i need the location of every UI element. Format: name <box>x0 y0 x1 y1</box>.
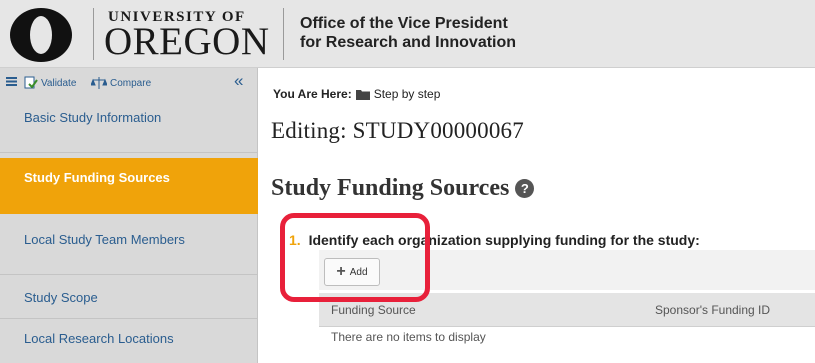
sidebar-nav: Validate Compare « Basic Study Informati… <box>0 68 258 363</box>
sidebar-item-local-research-locations[interactable]: Local Research Locations <box>0 331 258 347</box>
sidebar-toolbar: Validate Compare « <box>0 68 258 98</box>
help-icon[interactable]: ? <box>515 179 535 198</box>
column-header-funding-source[interactable]: Funding Source <box>331 303 416 317</box>
sidebar-item-basic-study-information[interactable]: Basic Study Information <box>0 110 258 126</box>
nav-divider <box>0 274 258 275</box>
validate-icon <box>24 76 38 89</box>
compare-icon <box>91 77 107 89</box>
empty-table-message: There are no items to display <box>331 330 486 344</box>
breadcrumb: You Are Here: Step by step <box>273 87 440 101</box>
collapse-sidebar-icon[interactable]: « <box>234 71 243 91</box>
logo-divider <box>93 8 94 60</box>
validate-button[interactable]: Validate <box>24 76 76 90</box>
folder-icon <box>355 90 370 100</box>
hamburger-menu-icon[interactable] <box>6 77 17 86</box>
oregon-o-logo <box>10 8 72 62</box>
sidebar-item-local-study-team-members[interactable]: Local Study Team Members <box>0 232 258 248</box>
compare-label: Compare <box>110 77 152 89</box>
office-title-line1: Office of the Vice President <box>300 15 508 32</box>
breadcrumb-label: You Are Here: <box>273 87 352 101</box>
compare-button[interactable]: Compare <box>91 76 151 90</box>
university-name: OREGON <box>104 20 270 63</box>
section-title-text: Study Funding Sources <box>271 175 510 201</box>
header-divider <box>283 8 284 60</box>
column-header-sponsors-funding-id[interactable]: Sponsor's Funding ID <box>655 303 770 317</box>
highlight-annotation <box>280 213 430 302</box>
page-title: Editing: STUDY00000067 <box>271 118 524 143</box>
sidebar-item-study-scope[interactable]: Study Scope <box>0 290 258 306</box>
section-title: Study Funding Sources ? <box>271 175 535 202</box>
site-header: UNIVERSITY OF OREGON Office of the Vice … <box>0 0 815 68</box>
nav-divider <box>0 152 258 153</box>
sidebar-item-study-funding-sources[interactable]: Study Funding Sources <box>0 158 258 214</box>
office-title-line2: for Research and Innovation <box>300 34 517 51</box>
nav-divider <box>0 318 258 319</box>
office-title: Office of the Vice President for Researc… <box>300 14 516 52</box>
validate-label: Validate <box>41 77 77 89</box>
breadcrumb-link[interactable]: Step by step <box>374 87 441 101</box>
